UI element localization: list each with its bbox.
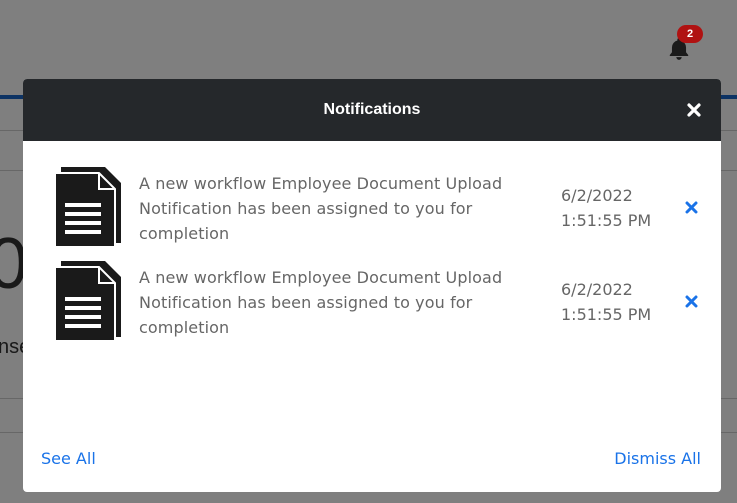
see-all-link[interactable]: See All xyxy=(41,449,96,468)
notification-time: 1:51:55 PM xyxy=(561,211,652,230)
modal-header: Notifications xyxy=(23,79,721,141)
notification-timestamp: 6/2/2022 1:51:55 PM xyxy=(561,183,661,233)
notifications-modal: Notifications A new workflow Employee Do xyxy=(23,79,721,492)
notification-date: 6/2/2022 xyxy=(561,280,633,299)
document-icon xyxy=(53,259,123,343)
notification-timestamp: 6/2/2022 1:51:55 PM xyxy=(561,277,661,327)
notification-message: A new workflow Employee Document Upload … xyxy=(139,268,503,337)
dismiss-notification-button[interactable] xyxy=(682,198,700,216)
close-icon xyxy=(687,103,701,117)
notification-time: 1:51:55 PM xyxy=(561,305,652,324)
notification-item[interactable]: A new workflow Employee Document Upload … xyxy=(23,235,721,342)
dismiss-all-link[interactable]: Dismiss All xyxy=(614,449,701,468)
modal-title: Notifications xyxy=(323,101,421,118)
close-button[interactable] xyxy=(683,99,705,121)
notification-item[interactable]: A new workflow Employee Document Upload … xyxy=(23,141,721,248)
close-icon xyxy=(685,201,698,214)
close-icon xyxy=(685,295,698,308)
notification-list: A new workflow Employee Document Upload … xyxy=(23,141,721,342)
notification-date: 6/2/2022 xyxy=(561,186,633,205)
notification-count-badge: 2 xyxy=(677,25,703,43)
dismiss-notification-button[interactable] xyxy=(682,292,700,310)
